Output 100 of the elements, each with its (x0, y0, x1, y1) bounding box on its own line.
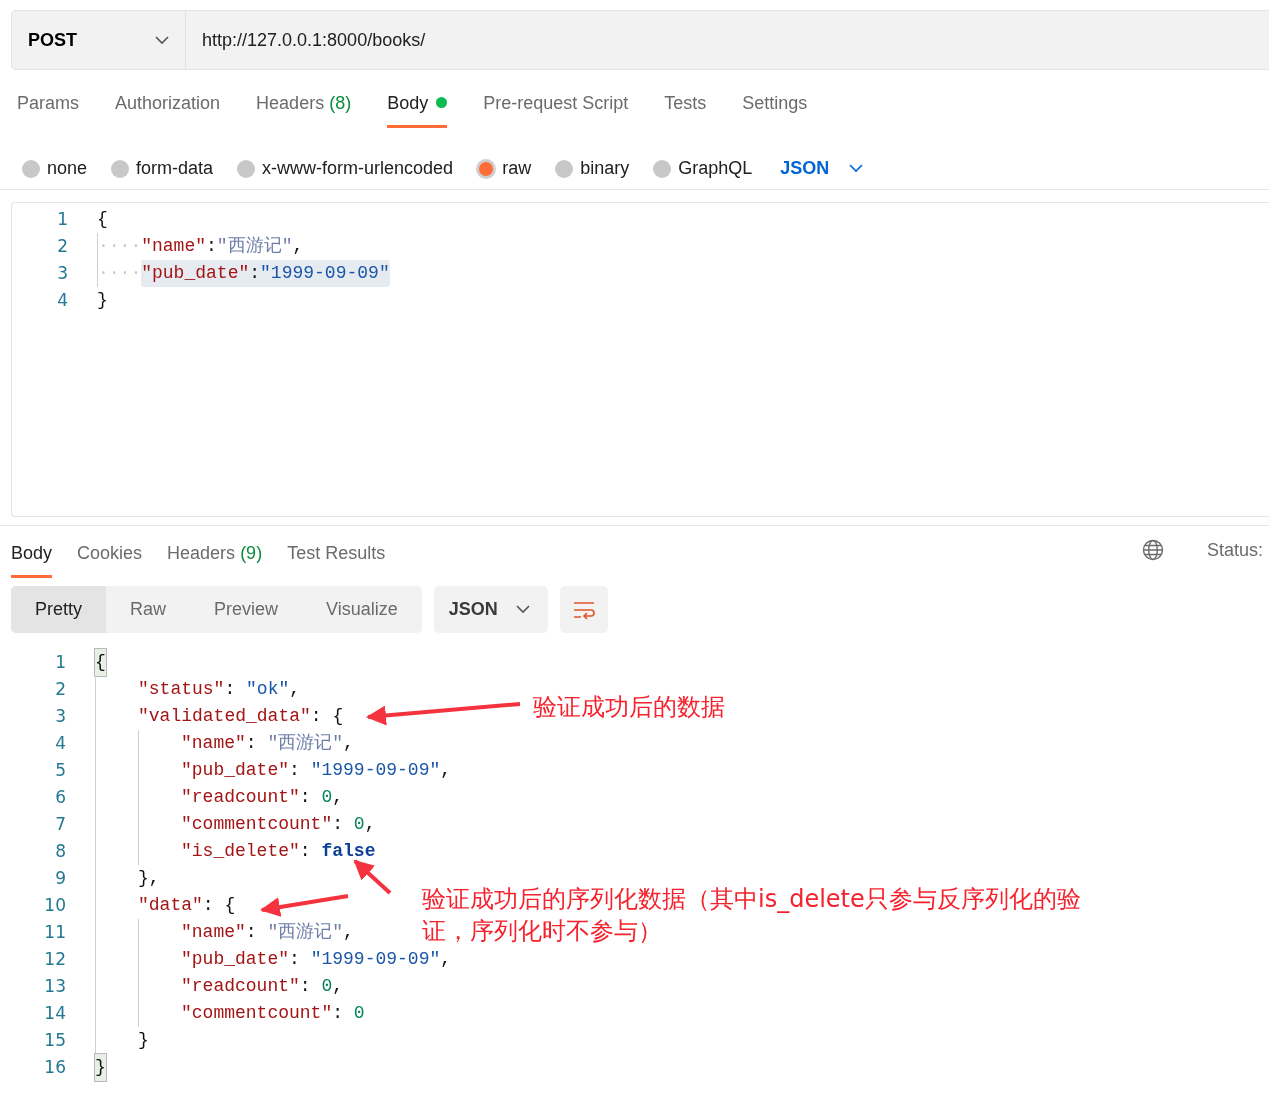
view-mode-tab[interactable]: Preview (190, 586, 303, 633)
json-key: "pub_date" (181, 757, 290, 784)
code-punctuation: }, (138, 867, 160, 890)
method-dropdown[interactable]: POST (12, 11, 186, 69)
line-number: 1 (56, 207, 68, 231)
tab[interactable]: Tests (664, 90, 707, 128)
code-punctuation: , (332, 975, 344, 998)
code-punctuation: : (299, 840, 312, 863)
json-string: "1999-09-09" (310, 759, 441, 782)
tab[interactable]: Authorization (115, 90, 221, 128)
url-text[interactable]: http://127.0.0.1:8000/books/ (202, 26, 426, 54)
wrap-lines-button[interactable] (559, 586, 608, 633)
wrap-lines-icon (571, 599, 596, 620)
code-punctuation: : (289, 759, 301, 782)
tab[interactable]: Settings (742, 90, 808, 128)
json-key: "status" (138, 676, 225, 703)
code-punctuation: : (299, 975, 312, 998)
code-punctuation: , (343, 732, 354, 755)
json-string: "西游记" (267, 921, 344, 944)
tab[interactable]: Headers (8) (256, 90, 352, 128)
code-punctuation: : (206, 236, 217, 256)
tab[interactable]: Headers (9) (167, 540, 263, 578)
tab[interactable]: Body (387, 90, 448, 128)
line-number: 9 (54, 866, 66, 890)
chevron-icon (515, 605, 530, 614)
radio-circle[interactable] (237, 159, 256, 178)
radio-circle[interactable] (479, 161, 494, 176)
radio-option[interactable]: GraphQL (653, 155, 753, 182)
format-dropdown[interactable]: JSON (433, 586, 548, 633)
radio-circle[interactable] (555, 159, 574, 178)
line-number: 10 (43, 893, 66, 917)
code-punctuation: , (364, 813, 376, 836)
line-number: 15 (43, 1028, 66, 1052)
line-number: 7 (54, 812, 66, 836)
whitespace-dots: ···· (98, 235, 142, 258)
json-number: 0 (321, 975, 333, 998)
tab[interactable]: Body (11, 540, 53, 578)
radio-option[interactable]: none (22, 155, 88, 182)
line-number: 2 (54, 677, 66, 701)
json-string: "1999-09-09" (310, 948, 441, 971)
code-punctuation: { (95, 649, 106, 676)
radio-circle[interactable] (111, 159, 130, 178)
view-mode-tab[interactable]: Raw (106, 586, 191, 633)
line-number: 13 (43, 974, 66, 998)
json-key: "readcount" (181, 784, 300, 811)
code-punctuation: : (289, 948, 301, 971)
line-number: 3 (54, 704, 66, 728)
radio-option[interactable]: form-data (111, 155, 214, 182)
status-label: Status: (1206, 538, 1263, 562)
tab[interactable]: Pre-request Script (483, 90, 629, 128)
line-number: 16 (43, 1055, 66, 1079)
code-punctuation: : (245, 921, 258, 944)
code-punctuation: : (245, 732, 258, 755)
json-number: 0 (353, 813, 365, 836)
line-number: 12 (43, 947, 66, 971)
format-dropdown[interactable]: JSON (780, 155, 864, 182)
view-mode-tab[interactable]: Pretty (11, 586, 106, 633)
code-punctuation: } (138, 1029, 149, 1052)
annotation-text: 验证成功后的数据 (533, 692, 725, 723)
line-number: 2 (56, 234, 68, 258)
json-key: "commentcount" (181, 1000, 333, 1027)
radio-option[interactable]: x-www-form-urlencoded (237, 155, 454, 182)
json-key: "commentcount" (181, 811, 333, 838)
json-number: 0 (353, 1002, 365, 1025)
annotation-text: 验证成功后的序列化数据（其中is_delete只参与反序列化的验证，序列化时不参与） (422, 884, 1082, 947)
globe-icon[interactable] (1141, 539, 1164, 561)
json-string: "西游记" (267, 732, 344, 755)
tab[interactable]: Params (17, 90, 79, 128)
json-number: 0 (321, 786, 333, 809)
arrow (353, 859, 392, 895)
code-punctuation: : (332, 813, 345, 836)
line-number: 14 (43, 1001, 66, 1025)
code-punctuation: { (97, 209, 108, 229)
code-punctuation: , (343, 921, 354, 944)
code-punctuation: } (97, 290, 108, 310)
line-number: 4 (54, 731, 66, 755)
tab[interactable]: Cookies (77, 540, 143, 578)
json-key: "is_delete" (181, 838, 300, 865)
code-punctuation: : (249, 263, 261, 283)
view-mode-tab[interactable]: Visualize (302, 586, 422, 633)
radio-option[interactable]: binary (555, 155, 630, 182)
radio-option[interactable]: raw (477, 155, 532, 182)
radio-circle[interactable] (653, 159, 672, 178)
json-key: "name" (141, 236, 207, 256)
code-punctuation: , (289, 678, 301, 701)
code-punctuation: , (332, 786, 344, 809)
json-key: "validated_data" (138, 703, 311, 730)
chevron-icon (849, 164, 864, 173)
code-punctuation: : { (310, 705, 344, 728)
radio-circle[interactable] (22, 159, 40, 178)
code-punctuation: , (292, 236, 304, 256)
line-number: 1 (54, 650, 66, 674)
tab[interactable]: Test Results (287, 540, 386, 578)
json-string: "ok" (246, 678, 290, 701)
json-key: "readcount" (181, 973, 300, 1000)
line-number: 4 (56, 288, 68, 312)
line-number: 6 (54, 785, 66, 809)
code-punctuation: , (440, 759, 452, 782)
line-number: 3 (56, 261, 68, 285)
code-editor[interactable]: 1 { 2 ····"name":"西游记", 3 ····"pub_date":"1999-09-09" 4 } (11, 202, 1269, 517)
